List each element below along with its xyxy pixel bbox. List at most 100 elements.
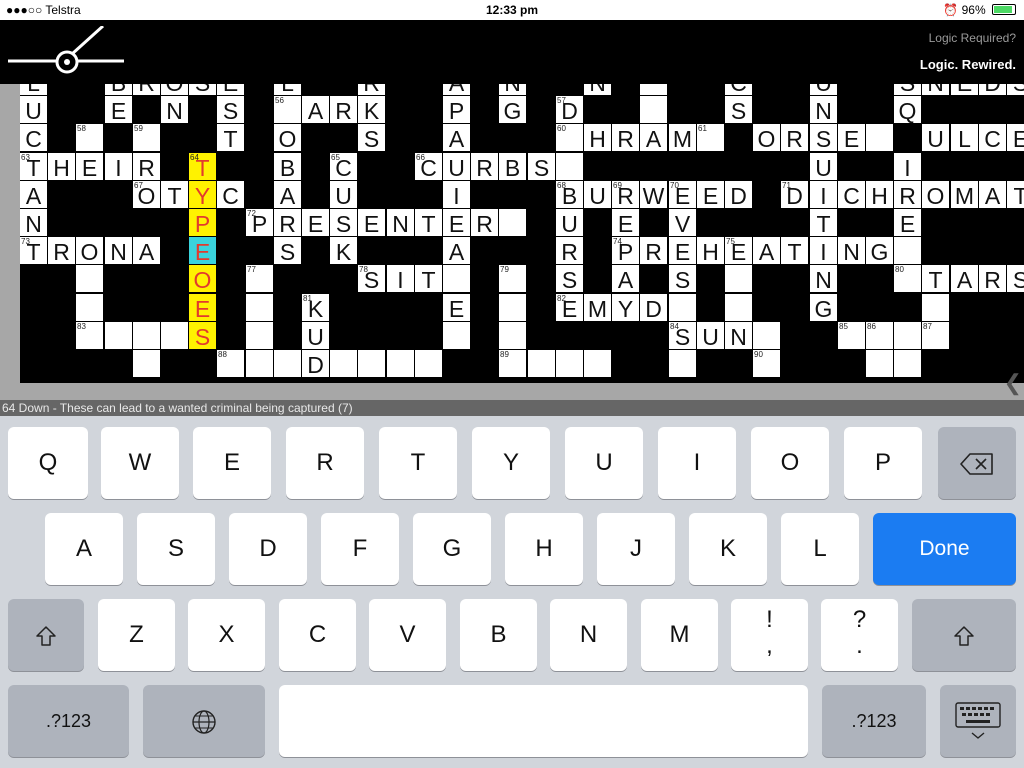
shift-key-right[interactable] (912, 599, 1016, 671)
crossword-cell[interactable]: T (415, 209, 442, 237)
crossword-cell[interactable]: 85 (838, 322, 865, 349)
crossword-cell[interactable] (161, 322, 188, 349)
crossword-cell[interactable]: U (810, 153, 837, 181)
crossword-cell[interactable]: N (838, 237, 865, 265)
crossword-cell[interactable]: 70 E (669, 181, 696, 209)
crossword-cell[interactable]: R (556, 237, 583, 265)
crossword-cell[interactable]: B (274, 153, 301, 181)
crossword-cell[interactable]: I (443, 181, 470, 209)
crossword-cell[interactable]: T (161, 181, 188, 209)
crossword-cell[interactable]: S (189, 322, 216, 350)
numbers-key-left[interactable]: .?123 (8, 685, 129, 757)
crossword-cell[interactable] (725, 265, 752, 292)
crossword-cell[interactable] (640, 84, 667, 95)
crossword-cell[interactable]: T (922, 265, 949, 293)
crossword-cell[interactable] (133, 322, 160, 349)
crossword-cell[interactable]: E (612, 209, 639, 237)
crossword-cell[interactable]: N (105, 237, 132, 265)
crossword-cell[interactable]: T (1007, 181, 1024, 209)
crossword-cell[interactable]: A (133, 237, 160, 265)
crossword-cell[interactable]: E (189, 237, 216, 265)
crossword-cell[interactable]: M (669, 124, 696, 152)
crossword-cell[interactable]: E (894, 209, 921, 237)
crossword-cell[interactable]: R (471, 153, 498, 181)
key-v[interactable]: V (369, 599, 446, 671)
crossword-cell[interactable]: O (161, 84, 188, 96)
crossword-cell[interactable]: 74 P (612, 237, 639, 265)
crossword-cell[interactable]: L (274, 84, 301, 96)
crossword-cell[interactable]: A (20, 181, 47, 209)
crossword-cell[interactable]: U (810, 84, 837, 96)
crossword-cell[interactable]: E (76, 153, 103, 181)
crossword-cell[interactable]: G (810, 294, 837, 322)
crossword-cell[interactable]: S (669, 265, 696, 293)
key-t[interactable]: T (379, 427, 457, 499)
key-y[interactable]: Y (472, 427, 550, 499)
crossword-cell[interactable] (922, 294, 949, 321)
crossword-cell[interactable]: S (1007, 265, 1024, 293)
crossword-cell[interactable]: W (640, 181, 667, 209)
crossword-cell[interactable]: L (20, 84, 47, 96)
crossword-cell[interactable]: 89 (499, 350, 526, 377)
crossword-cell[interactable]: A (951, 265, 978, 293)
key-u[interactable]: U (565, 427, 643, 499)
crossword-cell[interactable]: A (640, 124, 667, 152)
crossword-grid[interactable]: LBROSELRANNCUSNEDSUENS56ARKPG57DSNQC5859… (20, 84, 1024, 383)
crossword-cell[interactable]: N (922, 84, 949, 96)
crossword-cell[interactable]: R (133, 84, 160, 96)
crossword-cell[interactable] (415, 350, 442, 377)
crossword-cell[interactable]: 63 T (20, 153, 47, 181)
crossword-cell[interactable]: O (274, 124, 301, 152)
crossword-cell[interactable] (443, 265, 470, 292)
crossword-cell[interactable]: O (922, 181, 949, 209)
crossword-cell[interactable]: O (753, 124, 780, 152)
crossword-cell[interactable]: N (584, 84, 611, 96)
crossword-cell[interactable]: 61 (697, 124, 724, 151)
crossword-cell[interactable]: E (1007, 124, 1024, 152)
key-exclaim-comma[interactable]: ! , (731, 599, 808, 671)
crossword-cell[interactable]: R (358, 84, 385, 96)
crossword-cell[interactable] (330, 350, 357, 377)
crossword-cell[interactable]: 67 O (133, 181, 160, 209)
crossword-cell[interactable]: S (556, 265, 583, 293)
crossword-cell[interactable]: S (1007, 84, 1024, 96)
crossword-cell[interactable]: R (979, 265, 1006, 293)
crossword-cell[interactable]: R (274, 209, 301, 237)
crossword-cell[interactable]: A (753, 237, 780, 265)
crossword-cell[interactable] (528, 350, 555, 377)
crossword-cell[interactable]: Y (612, 294, 639, 322)
crossword-cell[interactable]: U (330, 181, 357, 209)
numbers-key-right[interactable]: .?123 (822, 685, 926, 757)
key-o[interactable]: O (751, 427, 829, 499)
shift-key-left[interactable] (8, 599, 84, 671)
crossword-cell[interactable] (556, 153, 583, 180)
crossword-cell[interactable]: B (499, 153, 526, 181)
crossword-cell[interactable]: U (556, 209, 583, 237)
crossword-cell[interactable]: I (387, 265, 414, 293)
crossword-cell[interactable]: E (697, 181, 724, 209)
crossword-cell[interactable]: P (443, 96, 470, 124)
key-k[interactable]: K (689, 513, 767, 585)
crossword-cell[interactable]: U (922, 124, 949, 152)
crossword-cell[interactable]: N (387, 209, 414, 237)
crossword-cell[interactable]: U (443, 153, 470, 181)
crossword-cell[interactable]: C (20, 124, 47, 152)
crossword-cell[interactable]: 73 T (20, 237, 47, 265)
crossword-cell[interactable]: A (979, 181, 1006, 209)
crossword-cell[interactable] (866, 350, 893, 377)
crossword-cell[interactable] (556, 350, 583, 377)
crossword-cell[interactable]: D (302, 350, 329, 378)
key-c[interactable]: C (279, 599, 356, 671)
crossword-cell[interactable]: A (274, 181, 301, 209)
crossword-cell[interactable]: S (189, 84, 216, 96)
crossword-cell[interactable]: R (612, 124, 639, 152)
key-j[interactable]: J (597, 513, 675, 585)
crossword-cell[interactable]: 79 (499, 265, 526, 292)
crossword-cell[interactable] (894, 237, 921, 264)
crossword-cell[interactable]: E (669, 237, 696, 265)
key-z[interactable]: Z (98, 599, 175, 671)
crossword-cell[interactable] (76, 294, 103, 321)
crossword-cell[interactable]: H (697, 237, 724, 265)
key-p[interactable]: P (844, 427, 922, 499)
crossword-cell[interactable] (669, 294, 696, 321)
